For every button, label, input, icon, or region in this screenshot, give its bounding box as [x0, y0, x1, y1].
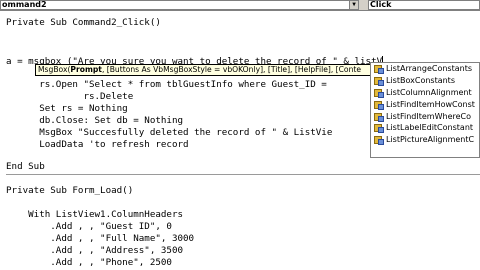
list-item-label: ListLabelEditConstant: [386, 123, 474, 133]
code-line: Private Sub Command2_Click(): [6, 17, 161, 28]
code-line: rs.Open "Select * from tblGuestInfo wher…: [6, 79, 327, 90]
object-combo-dropdown-icon[interactable]: ▼: [349, 0, 359, 10]
code-line: LoadData 'to refresh record: [6, 139, 189, 150]
code-line: With ListView1.ColumnHeaders: [6, 209, 184, 220]
list-item-label: ListFindItemHowConst: [386, 99, 475, 109]
list-item-label: ListFindItemWhereCo: [386, 111, 472, 121]
code-line: .Add , , "Address", 3500: [6, 245, 184, 256]
code-line: .Add , , "Full Name", 3000: [6, 233, 195, 244]
enum-icon: [374, 76, 384, 87]
procedure-separator: [6, 174, 480, 175]
code-line: .Add , , "Guest ID", 0: [6, 221, 172, 232]
autocomplete-list[interactable]: ListArrangeConstants ListBoxConstants Li…: [370, 62, 480, 158]
list-item[interactable]: ListLabelEditConstant: [371, 122, 479, 134]
code-line: End Sub: [6, 161, 45, 172]
list-item-label: ListPictureAlignmentC: [386, 135, 475, 145]
list-item-label: ListArrangeConstants: [386, 64, 472, 74]
enum-icon: [374, 135, 384, 146]
procedure-combo[interactable]: Click: [368, 0, 480, 10]
enum-icon: [374, 100, 384, 110]
list-item[interactable]: ListBoxConstants: [371, 75, 479, 87]
code-line: Set rs = Nothing: [6, 103, 128, 114]
list-item[interactable]: ListFindItemWhereCo: [371, 110, 479, 122]
enum-icon: [374, 64, 384, 75]
code-line: Private Sub Form_Load(): [6, 185, 134, 196]
list-item-label: ListColumnAlignment: [386, 87, 472, 97]
code-line: rs.Delete: [6, 91, 134, 102]
list-item[interactable]: ListArrangeConstants: [371, 63, 479, 75]
quick-info-tooltip: MsgBox(Prompt, [Buttons As VbMsgBoxStyle…: [35, 64, 375, 76]
list-item[interactable]: ListPictureAlignmentC: [371, 134, 479, 146]
code-line: MsgBox "Succesfully deleted the record o…: [6, 127, 333, 138]
list-item[interactable]: ListFindItemHowConst: [371, 98, 479, 110]
tooltip-current-param: Prompt: [70, 65, 102, 74]
code-line: .Add , , "Phone", 2500: [6, 257, 172, 268]
list-item[interactable]: ListColumnAlignment: [371, 87, 479, 99]
code-window-toolbar: ommand2 ▼ Click: [0, 0, 480, 11]
list-item-label: ListBoxConstants: [386, 76, 455, 86]
enum-icon: [374, 123, 384, 134]
tooltip-prefix: MsgBox(: [38, 65, 71, 74]
enum-icon: [374, 88, 384, 98]
object-combo[interactable]: ommand2: [0, 0, 358, 10]
tooltip-rest: , [Buttons As VbMsgBoxStyle = vbOKOnly],…: [101, 65, 362, 74]
code-line: db.Close: Set db = Nothing: [6, 115, 184, 126]
enum-icon: [374, 112, 384, 122]
